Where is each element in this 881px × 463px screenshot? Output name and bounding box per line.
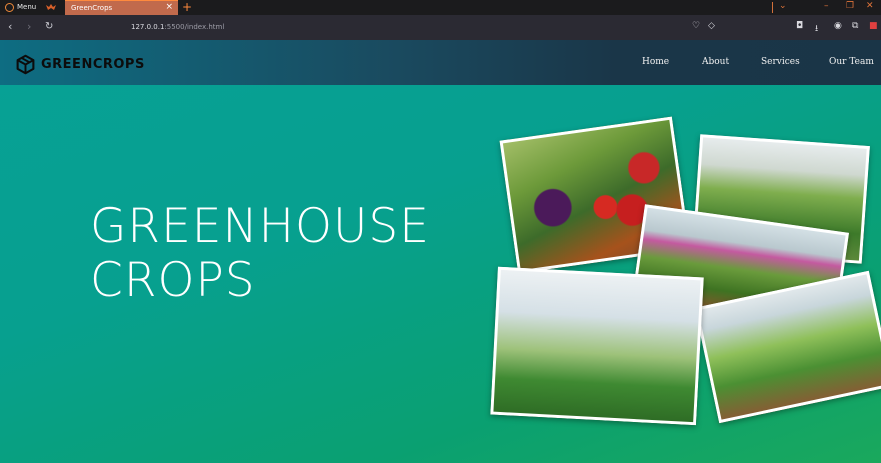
pocket-icon[interactable]: ◘ [796, 21, 803, 31]
ublock-icon[interactable]: ■ [869, 21, 878, 31]
greenhouse-tomatoes-photo [490, 266, 704, 426]
tab-close-icon[interactable]: × [165, 2, 173, 12]
new-tab-button[interactable]: + [182, 0, 192, 14]
tracking-protection-icon[interactable]: ◇ [708, 21, 715, 31]
brand-name: GREENCROPS [41, 57, 145, 72]
nav-about[interactable]: About [702, 57, 729, 67]
url-bar[interactable]: 127.0.0.1:5500/index.html [131, 23, 224, 31]
download-icon[interactable]: ⭳ [815, 21, 818, 37]
extension-bat-icon[interactable] [46, 3, 56, 11]
reload-icon[interactable]: ↻ [45, 20, 53, 34]
maximize-icon[interactable]: ❐ [846, 1, 854, 11]
menu-label: Menu [17, 3, 37, 11]
cube-logo-icon [16, 54, 35, 75]
minimize-icon[interactable]: – [824, 1, 829, 11]
web-page: GREENCROPS Home About Services Our Team … [0, 40, 881, 463]
url-path: :5500/index.html [164, 23, 225, 31]
hero-title: GREENHOUSE CROPS [90, 200, 430, 308]
site-header: GREENCROPS Home About Services Our Team [0, 40, 881, 85]
back-icon[interactable]: ‹ [8, 20, 12, 34]
brand-logo[interactable]: GREENCROPS [15, 54, 145, 75]
nav-home[interactable]: Home [642, 57, 669, 67]
extensions-icon[interactable]: ⧉ [852, 21, 858, 31]
hero-title-line-1: GREENHOUSE [90, 199, 430, 254]
browser-logo-icon [5, 2, 14, 12]
nav-our-team[interactable]: Our Team [829, 57, 874, 67]
hero-title-line-2: CROPS [90, 253, 256, 308]
account-icon[interactable]: ◉ [834, 21, 842, 31]
browser-menu-button[interactable]: Menu [5, 1, 36, 13]
browser-tab-strip: Menu GreenCrops × + ⌄ – ❐ ✕ [0, 0, 881, 15]
list-tabs-icon[interactable]: ⌄ [779, 1, 787, 11]
close-window-icon[interactable]: ✕ [866, 1, 874, 11]
tab-greencrops[interactable]: GreenCrops × [65, 0, 178, 15]
tab-divider [772, 2, 773, 13]
url-host: 127.0.0.1 [131, 23, 165, 31]
shield-icon[interactable]: ♡ [692, 21, 700, 31]
forward-icon[interactable]: › [27, 20, 31, 34]
nav-services[interactable]: Services [761, 57, 800, 67]
tab-title: GreenCrops [71, 4, 113, 12]
browser-toolbar: ‹ › ↻ 127.0.0.1:5500/index.html ♡ ◇ ◘ ⭳ … [0, 15, 881, 40]
